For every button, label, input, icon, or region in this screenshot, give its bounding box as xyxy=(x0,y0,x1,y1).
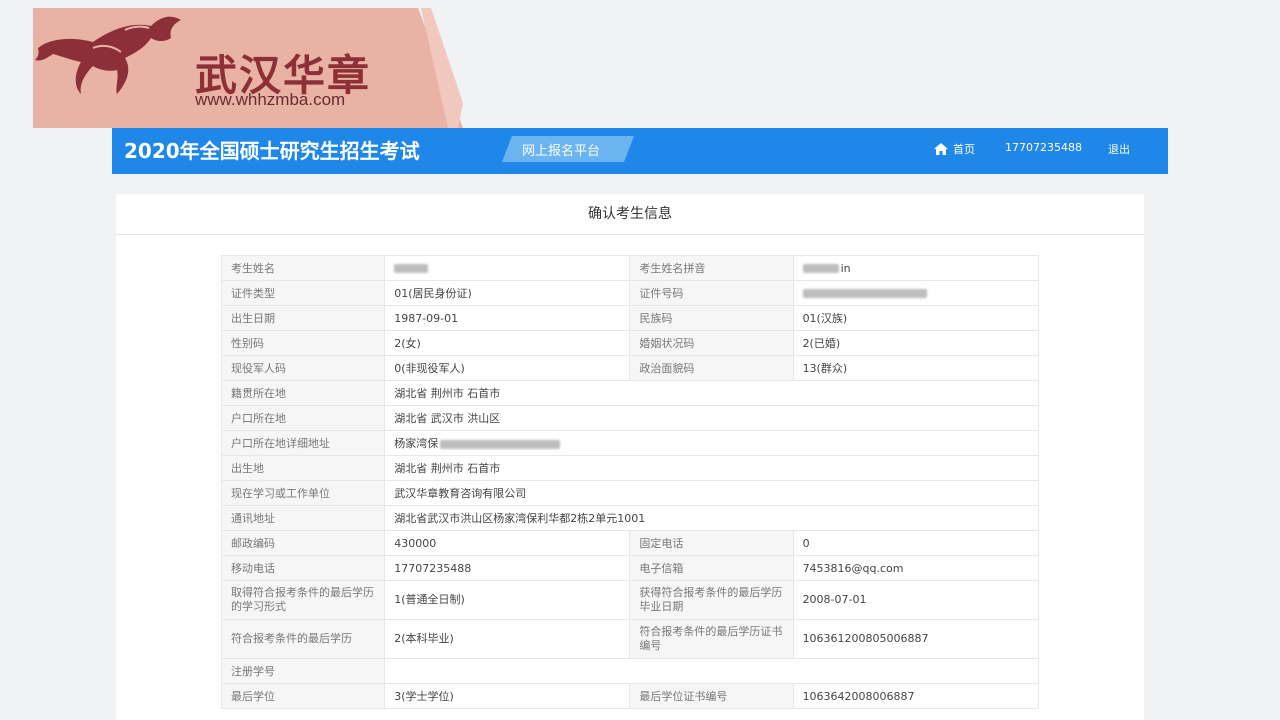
table-row: 户口所在地 湖北省 武汉市 洪山区 xyxy=(220,405,1039,431)
value-cell: 2008-07-01 xyxy=(792,580,1040,620)
user-phone-link[interactable]: 17707235488 xyxy=(1005,141,1082,154)
table-row: 现役军人码 0(非现役军人) 政治面貌码 13(群众) xyxy=(220,355,1040,381)
value-cell: 01(居民身份证) xyxy=(384,280,631,306)
value-cell: 17707235488 xyxy=(384,555,631,581)
value-cell: 0(非现役军人) xyxy=(384,355,631,381)
value-cell: 3(学士学位) xyxy=(384,683,631,709)
table-row: 证件类型 01(居民身份证) 证件号码 xyxy=(220,280,1040,306)
label-cell: 婚姻状况码 xyxy=(629,330,794,356)
value-cell: 0 xyxy=(792,530,1040,556)
home-link[interactable]: 首页 xyxy=(934,141,975,157)
page-title: 2020年全国硕士研究生招生考试 xyxy=(124,139,420,163)
horse-logo-icon xyxy=(35,16,181,94)
value-cell: 13(群众) xyxy=(792,355,1040,381)
label-cell: 户口所在地 xyxy=(220,405,386,431)
label-cell: 电子信箱 xyxy=(629,555,794,581)
value-cell-name xyxy=(384,255,631,281)
value-cell-detailed-address: 杨家湾保 xyxy=(384,430,1039,456)
label-cell: 邮政编码 xyxy=(220,530,386,556)
home-link-label: 首页 xyxy=(953,143,975,156)
value-cell: 106361200805006887 xyxy=(792,619,1040,659)
watermark-url: www.whhzmba.com xyxy=(195,90,346,109)
label-cell: 籍贯所在地 xyxy=(220,380,386,406)
label-cell: 户口所在地详细地址 xyxy=(220,430,386,456)
table-row: 现在学习或工作单位 武汉华章教育咨询有限公司 xyxy=(220,480,1039,506)
table-row: 籍贯所在地 湖北省 荆州市 石首市 xyxy=(220,380,1039,406)
value-cell: 2(女) xyxy=(384,330,631,356)
value-cell xyxy=(384,658,1039,684)
top-header-bar: 2020年全国硕士研究生招生考试 网上报名平台 首页 17707235488 退… xyxy=(112,128,1168,174)
candidate-info-table: 考生姓名 考生姓名拼音 in 证件类型 01(居民身份证) 证件号码 出生日期 … xyxy=(220,255,1040,709)
value-cell: 01(汉族) xyxy=(792,305,1040,331)
table-row: 通讯地址 湖北省武汉市洪山区杨家湾保利华都2栋2单元1001 xyxy=(220,505,1039,531)
redacted-value xyxy=(802,289,927,298)
label-cell: 最后学位证书编号 xyxy=(629,683,794,709)
confirm-info-panel: 确认考生信息 考生姓名 考生姓名拼音 in 证件类型 01(居民身份证) 证件号… xyxy=(116,194,1144,720)
label-cell: 民族码 xyxy=(629,305,794,331)
label-cell: 通讯地址 xyxy=(220,505,386,531)
label-cell: 性别码 xyxy=(220,330,386,356)
label-cell: 符合报考条件的最后学历证书编号 xyxy=(629,619,794,659)
table-row: 性别码 2(女) 婚姻状况码 2(已婚) xyxy=(220,330,1040,356)
label-cell: 符合报考条件的最后学历 xyxy=(220,619,386,659)
value-cell: 湖北省 荆州市 石首市 xyxy=(384,455,1039,481)
watermark-banner: 武汉华章 www.whhzmba.com xyxy=(33,8,463,128)
value-cell: 湖北省 荆州市 石首市 xyxy=(384,380,1039,406)
value-cell: 湖北省武汉市洪山区杨家湾保利华都2栋2单元1001 xyxy=(384,505,1039,531)
value-cell: 2(已婚) xyxy=(792,330,1040,356)
label-cell: 最后学位 xyxy=(220,683,386,709)
home-icon xyxy=(934,143,948,155)
label-cell: 考生姓名拼音 xyxy=(629,255,794,281)
table-row: 出生日期 1987-09-01 民族码 01(汉族) xyxy=(220,305,1040,331)
table-row: 移动电话 17707235488 电子信箱 7453816@qq.com xyxy=(220,555,1040,581)
label-cell: 注册学号 xyxy=(220,658,386,684)
label-cell: 固定电话 xyxy=(629,530,794,556)
platform-tag: 网上报名平台 xyxy=(502,136,634,162)
panel-title: 确认考生信息 xyxy=(116,194,1144,235)
table-row: 注册学号 xyxy=(220,658,1039,684)
logout-link[interactable]: 退出 xyxy=(1108,141,1130,157)
label-cell: 现在学习或工作单位 xyxy=(220,480,386,506)
value-cell: 1987-09-01 xyxy=(384,305,631,331)
table-row: 户口所在地详细地址 杨家湾保 xyxy=(220,430,1039,456)
label-cell: 现役军人码 xyxy=(220,355,386,381)
value-cell: 2(本科毕业) xyxy=(384,619,631,659)
label-cell: 出生日期 xyxy=(220,305,386,331)
value-cell: 430000 xyxy=(384,530,631,556)
redacted-value xyxy=(440,439,561,449)
label-cell: 出生地 xyxy=(220,455,386,481)
table-row: 符合报考条件的最后学历 2(本科毕业) 符合报考条件的最后学历证书编号 1063… xyxy=(220,619,1040,659)
table-row: 邮政编码 430000 固定电话 0 xyxy=(220,530,1040,556)
redacted-value xyxy=(802,264,839,273)
label-cell: 移动电话 xyxy=(220,555,386,581)
value-cell: 湖北省 武汉市 洪山区 xyxy=(384,405,1039,431)
value-cell: 武汉华章教育咨询有限公司 xyxy=(384,480,1039,506)
value-cell-pinyin: in xyxy=(792,255,1040,281)
label-cell: 取得符合报考条件的最后学历的学习形式 xyxy=(220,580,386,620)
label-cell: 证件类型 xyxy=(220,280,386,306)
value-cell-id-number xyxy=(792,280,1040,306)
redacted-value xyxy=(394,264,429,273)
label-cell: 考生姓名 xyxy=(220,255,386,281)
value-cell: 1(普通全日制) xyxy=(384,580,631,620)
table-row: 最后学位 3(学士学位) 最后学位证书编号 1063642008006887 xyxy=(220,683,1040,709)
table-row: 出生地 湖北省 荆州市 石首市 xyxy=(220,455,1039,481)
value-cell: 7453816@qq.com xyxy=(792,555,1040,581)
label-cell: 获得符合报考条件的最后学历毕业日期 xyxy=(629,580,794,620)
table-row: 取得符合报考条件的最后学历的学习形式 1(普通全日制) 获得符合报考条件的最后学… xyxy=(220,580,1040,620)
value-cell: 1063642008006887 xyxy=(792,683,1040,709)
label-cell: 证件号码 xyxy=(629,280,794,306)
table-row: 考生姓名 考生姓名拼音 in xyxy=(220,255,1040,281)
label-cell: 政治面貌码 xyxy=(629,355,794,381)
platform-tag-label: 网上报名平台 xyxy=(522,144,601,159)
